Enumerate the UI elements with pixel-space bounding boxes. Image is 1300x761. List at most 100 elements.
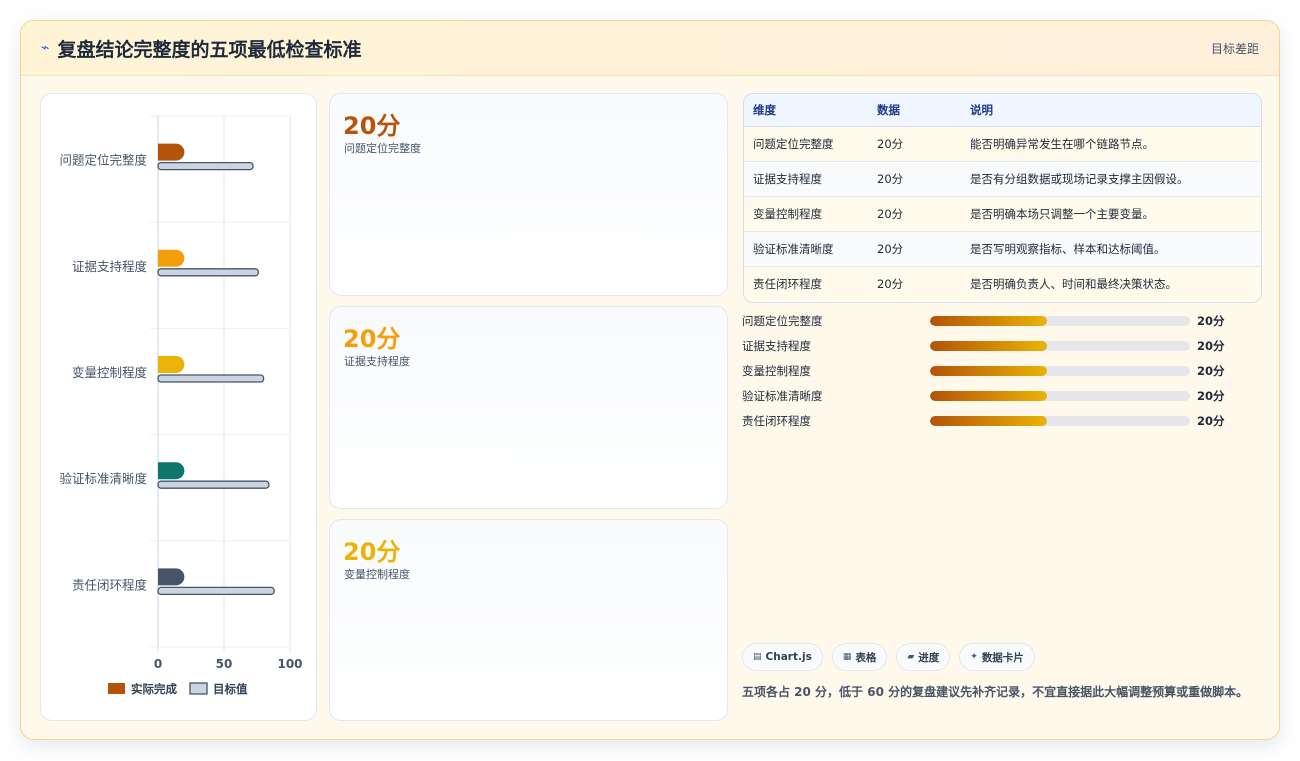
table-cell: 证据支持程度: [744, 161, 868, 197]
chip-label: 数据卡片: [981, 651, 1024, 664]
table-cell: 是否明确本场只调整一个主要变量。: [961, 196, 1261, 232]
progress-label: 证据支持程度: [742, 339, 811, 353]
feature-chips: ▤ Chart.js ▦ 表格 ▰ 进度 ✦ 数据卡片: [742, 643, 1035, 671]
progress-track: [930, 391, 1190, 401]
chip-table[interactable]: ▦ 表格: [831, 643, 888, 671]
progress-label: 验证标准清晰度: [742, 389, 823, 403]
legend-label-actual: 实际完成: [131, 682, 177, 696]
progress-row: 证据支持程度 20分: [742, 338, 1262, 363]
category-label: 变量控制程度: [72, 365, 148, 380]
table-icon: ▦: [842, 652, 852, 662]
table-cell: 是否写明观察指标、样本和达标阈值。: [961, 231, 1261, 267]
legend-swatch-target: [189, 682, 208, 695]
progress-value: 20分: [1197, 339, 1225, 353]
progress-value: 20分: [1197, 414, 1225, 428]
progress-track: [930, 316, 1190, 326]
kpi-value: 20分: [343, 112, 401, 140]
x-tick-label: 100: [277, 657, 302, 671]
category-label: 证据支持程度: [72, 259, 148, 274]
chip-label: Chart.js: [765, 651, 812, 663]
kpi-value: 20分: [343, 325, 401, 353]
x-tick-label: 0: [154, 657, 162, 671]
dimension-table-card: 维度 数据 说明 问题定位完整度 20分 能否明确异常发生在哪个链路节点。 证据…: [743, 93, 1262, 303]
target-gap-label[interactable]: 目标差距: [1211, 40, 1259, 57]
category-label: 问题定位完整度: [59, 153, 147, 168]
footer-note: 五项各占 20 分，低于 60 分的复盘建议先补齐记录，不宜直接据此大幅调整预算…: [742, 685, 1249, 699]
progress-row: 责任闭环程度 20分: [742, 413, 1262, 438]
card-icon: ✦: [970, 652, 978, 662]
progress-label: 问题定位完整度: [742, 314, 823, 328]
column-header-dimension: 维度: [744, 94, 868, 127]
chip-progress[interactable]: ▰ 进度: [896, 643, 951, 671]
bar-actual: [158, 249, 185, 267]
bar-target: [157, 586, 275, 596]
bar-chart-card: 问题定位完整度证据支持程度 变量控制程度验证标准清晰度责任闭环程度 0 50 100 实际…: [40, 93, 317, 721]
kpi-label: 变量控制程度: [344, 568, 410, 581]
progress-list: 问题定位完整度 20分 证据支持程度 20分 变量控制程度 20分 验证标准清晰…: [742, 313, 1262, 438]
dimension-table: 维度 数据 说明 问题定位完整度 20分 能否明确异常发生在哪个链路节点。 证据…: [744, 94, 1261, 301]
chip-data-card[interactable]: ✦ 数据卡片: [959, 643, 1035, 671]
progress-fill: [930, 416, 1047, 426]
progress-value: 20分: [1197, 364, 1225, 378]
kpi-label: 证据支持程度: [344, 355, 410, 368]
column-header-data: 数据: [868, 94, 961, 127]
category-label: 验证标准清晰度: [59, 471, 147, 486]
bar-target: [157, 161, 254, 171]
table-cell: 变量控制程度: [744, 196, 868, 232]
bar-chart: 问题定位完整度证据支持程度变量控制程度验证标准清晰度责任闭环程度 0 50 100 实际…: [59, 115, 303, 696]
progress-label: 责任闭环程度: [742, 414, 811, 428]
chart-icon: ▤: [753, 652, 762, 662]
table-cell: 能否明确异常发生在哪个链路节点。: [961, 126, 1261, 162]
panel: ⌁ 复盘结论完整度的五项最低检查标准 目标差距 问题定位完整度 证据支持程度 变量控…: [20, 20, 1280, 740]
kpi-card: 20分 证据支持程度: [329, 306, 728, 509]
bar-actual: [158, 568, 185, 586]
kpi-label: 问题定位完整度: [344, 142, 421, 155]
progress-value: 20分: [1197, 314, 1225, 328]
progress-fill: [930, 391, 1047, 401]
table-row: 变量控制程度 20分 是否明确本场只调整一个主要变量。: [744, 196, 1261, 232]
legend-swatch-actual: [108, 683, 125, 694]
bar-target: [157, 268, 259, 277]
progress-track: [930, 341, 1190, 351]
progress-fill: [930, 341, 1047, 351]
progress-fill: [930, 316, 1047, 326]
table-cell: 问题定位完整度: [744, 126, 868, 162]
kpi-card: 20分 问题定位完整度: [329, 93, 728, 296]
bar-target: [157, 374, 265, 383]
table-row: 验证标准清晰度 20分 是否写明观察指标、样本和达标阈值。: [744, 231, 1261, 267]
kpi-card: 20分 变量控制程度: [329, 519, 728, 721]
kpi-value: 20分: [343, 538, 401, 566]
page-title: 复盘结论完整度的五项最低检查标准: [57, 38, 362, 61]
chip-label: 表格: [855, 651, 877, 664]
table-cell: 是否有分组数据或现场记录支撑主因假设。: [961, 161, 1261, 197]
title-wrap: ⌁ 复盘结论完整度的五项最低检查标准: [41, 35, 361, 62]
table-row: 证据支持程度 20分 是否有分组数据或现场记录支撑主因假设。: [744, 161, 1261, 197]
table-row: 责任闭环程度 20分 是否明确负责人、时间和最终决策状态。: [744, 266, 1261, 301]
bar-target: [157, 480, 270, 489]
category-label: 责任闭环程度: [72, 577, 148, 592]
table-header-row: 维度 数据 说明: [744, 94, 1261, 127]
bar-actual: [158, 143, 185, 161]
table-cell: 20分: [868, 196, 961, 232]
panel-header: ⌁ 复盘结论完整度的五项最低检查标准 目标差距: [21, 21, 1279, 76]
table-cell: 是否明确负责人、时间和最终决策状态。: [961, 266, 1261, 301]
legend-label-target: 目标值: [213, 682, 248, 696]
table-cell: 20分: [868, 231, 961, 267]
progress-label: 变量控制程度: [742, 364, 811, 378]
chip-chartjs[interactable]: ▤ Chart.js: [742, 643, 823, 671]
column-header-description: 说明: [961, 94, 1261, 127]
table-row: 问题定位完整度 20分 能否明确异常发生在哪个链路节点。: [744, 126, 1261, 162]
progress-value: 20分: [1197, 389, 1225, 403]
bar-actual: [158, 462, 185, 480]
table-cell: 验证标准清晰度: [744, 231, 868, 267]
bar-actual: [158, 356, 185, 374]
bolt-icon: ⌁: [41, 40, 50, 56]
progress-fill: [930, 366, 1047, 376]
chip-label: 进度: [918, 651, 940, 664]
progress-row: 变量控制程度 20分: [742, 363, 1262, 388]
table-cell: 20分: [868, 126, 961, 162]
progress-track: [930, 366, 1190, 376]
table-cell: 20分: [868, 266, 961, 301]
x-tick-label: 50: [216, 657, 233, 671]
progress-icon: ▰: [907, 652, 915, 662]
